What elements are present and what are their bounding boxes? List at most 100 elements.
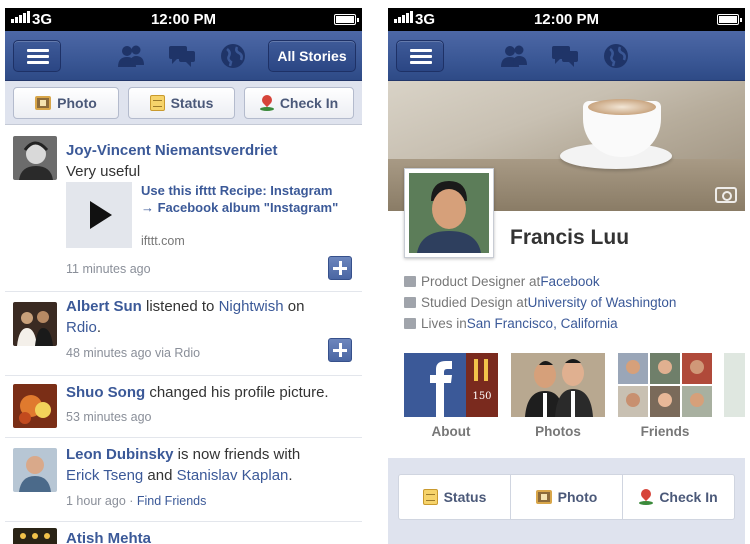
feed-story: Shuo Song changed his profile picture. 5… (5, 376, 362, 438)
camera-icon[interactable] (715, 187, 737, 203)
about-education: Studied Design at University of Washingt… (404, 295, 676, 310)
story-author[interactable]: Atish Mehta (66, 530, 151, 544)
status-label: Status (170, 95, 214, 111)
story-action: changed his profile picture. (145, 384, 329, 401)
photos-tile[interactable] (511, 353, 605, 417)
avatar[interactable] (13, 384, 57, 428)
status-icon (149, 95, 165, 111)
checkin-icon (259, 95, 274, 111)
checkin-label: Check In (279, 95, 339, 111)
profile-screen: 3G 12:00 PM Francis Luu Product Designer… (388, 8, 745, 544)
profile-picture[interactable] (404, 168, 494, 258)
story-author[interactable]: Albert Sun (66, 298, 142, 315)
status-button[interactable]: Status (399, 475, 511, 519)
story-timestamp: 48 minutes ago via Rdio (66, 346, 201, 360)
work-link[interactable]: Facebook (540, 274, 599, 289)
about-tile[interactable]: 150 (404, 353, 498, 417)
messages-icon[interactable] (551, 43, 579, 69)
checkin-icon (639, 489, 654, 505)
photo-icon (535, 490, 552, 504)
photo-label: Photo (557, 489, 598, 505)
feed-story: Joy-Vincent Niemantsverdriet Very useful… (5, 126, 362, 292)
profile-publisher: Status Photo Check In (398, 474, 735, 520)
story-and: and (143, 467, 177, 484)
all-stories-button[interactable]: All Stories (268, 40, 356, 72)
about-work-prefix: Product Designer at (421, 274, 541, 289)
status-button[interactable]: Status (128, 87, 235, 119)
about-location-prefix: Lives in (421, 316, 467, 331)
story-timestamp: 11 minutes ago (66, 262, 151, 276)
friends-tile[interactable] (618, 353, 712, 417)
navigation-bar (388, 31, 745, 81)
friend-link[interactable]: Stanislav Kaplan (177, 467, 289, 484)
avatar[interactable] (13, 528, 57, 544)
feed-story: Albert Sun listened to Nightwish on Rdio… (5, 292, 362, 376)
avatar[interactable] (13, 302, 57, 346)
story-action: is now friends with (173, 446, 301, 463)
friends-tile-label[interactable]: Friends (618, 424, 712, 439)
avatar[interactable] (13, 136, 57, 180)
add-comment-icon[interactable] (328, 338, 352, 362)
friend-requests-icon[interactable] (500, 43, 528, 69)
publisher-bar: Photo Status Check In (5, 81, 362, 125)
checkin-button[interactable]: Check In (244, 87, 354, 119)
story-author[interactable]: Joy-Vincent Niemantsverdriet (66, 142, 277, 159)
avatar[interactable] (13, 448, 57, 492)
status-icon (422, 489, 438, 505)
battery-icon (334, 14, 359, 25)
about-tile-label[interactable]: About (404, 424, 498, 439)
service-link[interactable]: Rdio (66, 319, 97, 336)
clock: 12:00 PM (150, 11, 217, 28)
menu-button[interactable] (396, 40, 444, 72)
find-friends-link[interactable]: Find Friends (137, 494, 206, 508)
status-bar: 3G 12:00 PM (388, 8, 745, 31)
story-author[interactable]: Leon Dubinsky (66, 446, 174, 463)
profile-name: Francis Luu (510, 226, 630, 249)
status-label: Status (443, 489, 487, 505)
about-education-prefix: Studied Design at (421, 295, 528, 310)
play-icon[interactable] (66, 182, 132, 248)
attachment-title[interactable]: Use this ifttt Recipe: Instagram → Faceb… (141, 182, 346, 216)
photos-tile-label[interactable]: Photos (511, 424, 605, 439)
map-tile[interactable] (724, 353, 745, 417)
battery-icon (717, 14, 742, 25)
story-timestamp: 53 minutes ago (66, 410, 152, 424)
location-link[interactable]: San Francisco, California (467, 316, 618, 331)
link-attachment[interactable]: Use this ifttt Recipe: Instagram → Faceb… (66, 182, 346, 250)
friend-link[interactable]: Erick Tseng (66, 467, 143, 484)
checkin-button[interactable]: Check In (623, 475, 734, 519)
story-action: listened to (141, 298, 219, 315)
story-end: . (288, 467, 293, 484)
about-tile-text: 150 (472, 391, 491, 402)
home-icon (404, 318, 416, 329)
notifications-globe-icon[interactable] (219, 43, 247, 69)
artist-link[interactable]: Nightwish (219, 298, 284, 315)
about-work: Product Designer at Facebook (404, 274, 600, 289)
photo-button[interactable]: Photo (13, 87, 119, 119)
education-link[interactable]: University of Washington (528, 295, 677, 310)
graduation-cap-icon (404, 297, 416, 308)
checkin-label: Check In (659, 489, 718, 505)
messages-icon[interactable] (168, 43, 196, 69)
navigation-bar: All Stories (5, 31, 362, 81)
attachment-domain: ifttt.com (141, 234, 185, 248)
friend-requests-icon[interactable] (117, 43, 145, 69)
story-end: . (96, 319, 102, 336)
story-author[interactable]: Shuo Song (66, 384, 145, 401)
story-timestamp: 1 hour ago · (66, 494, 137, 508)
photo-label: Photo (57, 95, 97, 111)
feed-story: Leon Dubinsky is now friends with Erick … (5, 438, 362, 522)
photo-button[interactable]: Photo (511, 475, 623, 519)
feed-story: Atish Mehta (5, 522, 362, 544)
photo-icon (35, 96, 52, 110)
briefcase-icon (404, 276, 416, 287)
clock: 12:00 PM (533, 11, 600, 28)
notifications-globe-icon[interactable] (602, 43, 630, 69)
add-comment-icon[interactable] (328, 256, 352, 280)
about-location: Lives in San Francisco, California (404, 316, 618, 331)
story-message: Very useful (66, 163, 141, 180)
story-on: on (283, 298, 305, 315)
menu-button[interactable] (13, 40, 61, 72)
news-feed-screen: 3G 12:00 PM All Stories Photo Status Che… (5, 8, 362, 544)
status-bar: 3G 12:00 PM (5, 8, 362, 31)
